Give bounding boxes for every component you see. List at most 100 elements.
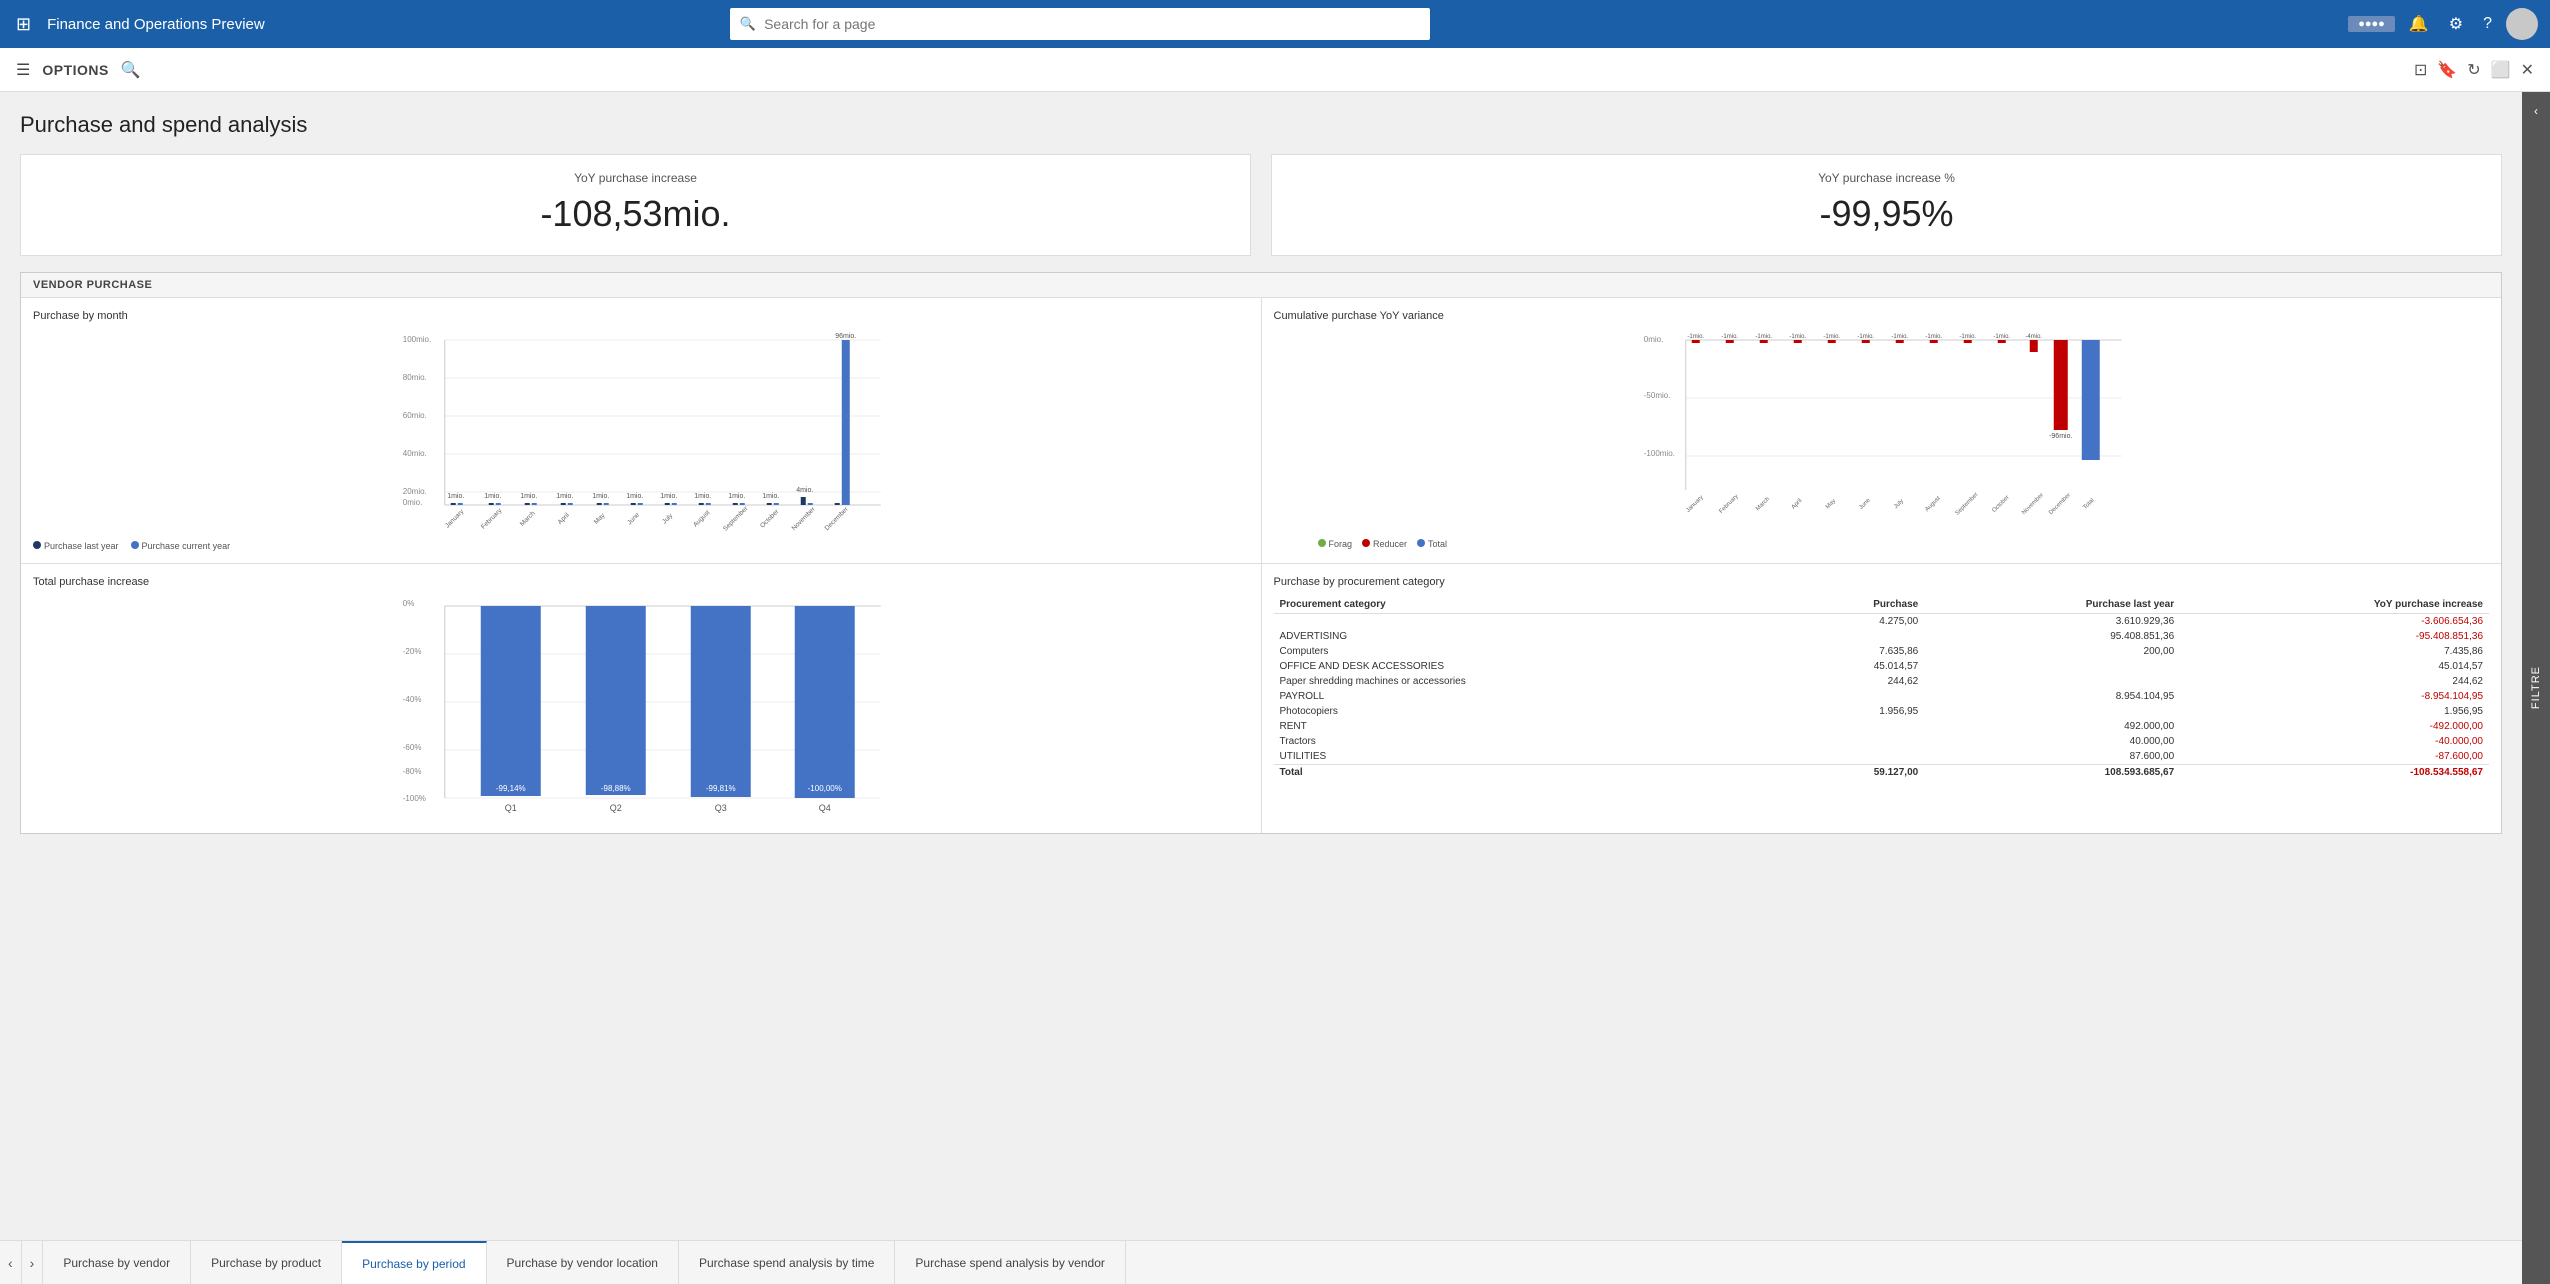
svg-text:October: October [759,508,781,530]
close-icon[interactable]: ✕ [2521,60,2534,80]
table-row: Total59.127,00108.593.685,67-108.534.558… [1274,765,2490,781]
tab-item[interactable]: Purchase by product [191,1241,342,1284]
table-cell-category: Computers [1274,644,1779,659]
options-label: OPTIONS [42,62,109,78]
cumulative-title: Cumulative purchase YoY variance [1274,310,2490,322]
svg-text:Q1: Q1 [505,803,517,813]
app-title: Finance and Operations Preview [47,16,265,33]
svg-text:September: September [722,505,750,533]
svg-text:20mio.: 20mio. [403,487,427,496]
table-cell-purchase [1779,734,1924,749]
table-row: Computers7.635,86200,007.435,86 [1274,644,2490,659]
svg-text:-99,14%: -99,14% [496,784,526,793]
help-icon[interactable]: ? [2477,11,2498,37]
svg-text:July: July [1893,498,1905,510]
svg-text:December: December [824,505,851,532]
table-row: RENT492.000,00-492.000,00 [1274,719,2490,734]
table-cell-last_year: 200,00 [1924,644,2180,659]
notification-icon[interactable]: 🔔 [2403,10,2435,38]
svg-text:-20%: -20% [403,647,422,656]
table-cell-increase: -108.534.558,67 [2180,765,2489,781]
table-cell-purchase [1779,749,1924,765]
tab-prev-arrow[interactable]: ‹ [0,1241,22,1284]
svg-text:-98,88%: -98,88% [601,784,631,793]
table-cell-purchase: 59.127,00 [1779,765,1924,781]
total-purchase-increase-chart: 0% -20% -40% -60% -80% -100% -99,14% [33,596,1249,816]
table-cell-category [1274,614,1779,630]
tab-next-arrow[interactable]: › [22,1241,44,1284]
svg-text:June: June [1858,497,1872,511]
table-cell-category: OFFICE AND DESK ACCESSORIES [1274,659,1779,674]
refresh-icon[interactable]: ↻ [2467,60,2480,80]
svg-text:80mio.: 80mio. [403,373,427,382]
kpi-label-0: YoY purchase increase [45,171,1226,185]
vendor-purchase-section: VENDOR PURCHASE Purchase by month 100mio… [20,272,2502,834]
tab-item[interactable]: Purchase by vendor location [487,1241,679,1284]
settings-icon[interactable]: ⚙ [2443,10,2469,38]
options-search-icon[interactable]: 🔍 [121,60,141,80]
svg-text:-96mio.: -96mio. [2049,433,2072,440]
table-cell-category: Total [1274,765,1779,781]
filter-label: FILTRE [2530,666,2542,709]
top-nav: ⊞ Finance and Operations Preview 🔍 ●●●● … [0,0,2550,48]
table-cell-increase: -3.606.654,36 [2180,614,2489,630]
svg-text:1mio.: 1mio. [728,493,745,500]
embed-icon[interactable]: ⊡ [2414,60,2427,80]
table-cell-last_year: 40.000,00 [1924,734,2180,749]
table-row: OFFICE AND DESK ACCESSORIES45.014,5745.0… [1274,659,2490,674]
table-cell-purchase: 244,62 [1779,674,1924,689]
filter-panel[interactable]: ‹ FILTRE [2522,92,2550,1284]
svg-text:December: December [2048,492,2072,516]
svg-text:January: January [1685,495,1704,514]
svg-text:-60%: -60% [403,743,422,752]
tabs-container: Purchase by vendorPurchase by productPur… [43,1241,2522,1284]
tab-item[interactable]: Purchase spend analysis by time [679,1241,895,1284]
svg-text:Total: Total [2082,498,2095,511]
tab-item[interactable]: Purchase spend analysis by vendor [895,1241,1125,1284]
col-header-purchase: Purchase [1779,596,1924,614]
hamburger-icon[interactable]: ☰ [16,60,30,80]
table-cell-last_year [1924,704,2180,719]
svg-text:-1mio.: -1mio. [1925,334,1942,340]
table-cell-purchase: 45.014,57 [1779,659,1924,674]
cumulative-chart-panel: Cumulative purchase YoY variance 0mio. -… [1262,298,2502,563]
avatar[interactable] [2506,8,2538,40]
table-cell-purchase [1779,629,1924,644]
cum-legend: Forag Reducer Total [1318,539,2490,549]
svg-text:0%: 0% [403,599,415,608]
main-content: Purchase and spend analysis YoY purchase… [0,92,2522,1284]
total-purchase-increase-title: Total purchase increase [33,576,1249,588]
bookmark-icon[interactable]: 🔖 [2437,60,2457,80]
svg-text:-1mio.: -1mio. [1891,334,1908,340]
user-icon[interactable]: ●●●● [2348,16,2395,32]
table-cell-increase: -8.954.104,95 [2180,689,2489,704]
svg-text:-1mio.: -1mio. [1721,334,1738,340]
purchase-by-month-panel: Purchase by month 100mio. 80mio. 60mio. … [21,298,1262,563]
svg-text:-1mio.: -1mio. [1857,334,1874,340]
table-cell-increase: 7.435,86 [2180,644,2489,659]
search-bar[interactable]: 🔍 [730,8,1430,40]
table-cell-last_year: 108.593.685,67 [1924,765,2180,781]
svg-text:-40%: -40% [403,695,422,704]
kpi-card-purchase-increase: YoY purchase increase -108,53mio. [20,154,1251,256]
search-input[interactable] [764,16,1420,32]
window-icon[interactable]: ⬜ [2491,60,2511,80]
svg-text:-99,81%: -99,81% [706,784,736,793]
legend-label-ly: Purchase last year [44,541,119,551]
procurement-table: Procurement category Purchase Purchase l… [1274,596,2490,780]
table-row: Photocopiers1.956,951.956,95 [1274,704,2490,719]
table-cell-category: Photocopiers [1274,704,1779,719]
svg-text:-4mio.: -4mio. [2025,334,2042,340]
tab-item[interactable]: Purchase by vendor [43,1241,191,1284]
filter-arrow-icon: ‹ [2534,104,2538,118]
table-cell-last_year: 95.408.851,36 [1924,629,2180,644]
svg-text:4mio.: 4mio. [796,487,813,494]
table-row: 4.275,003.610.929,36-3.606.654,36 [1274,614,2490,630]
svg-text:Q3: Q3 [715,803,727,813]
cumulative-chart: 0mio. -50mio. -100mio. -1mio. January [1274,330,2490,530]
svg-text:1mio.: 1mio. [694,493,711,500]
svg-text:-1mio.: -1mio. [1993,334,2010,340]
grid-icon[interactable]: ⊞ [12,10,35,39]
col-header-increase: YoY purchase increase [2180,596,2489,614]
tab-item[interactable]: Purchase by period [342,1241,486,1284]
